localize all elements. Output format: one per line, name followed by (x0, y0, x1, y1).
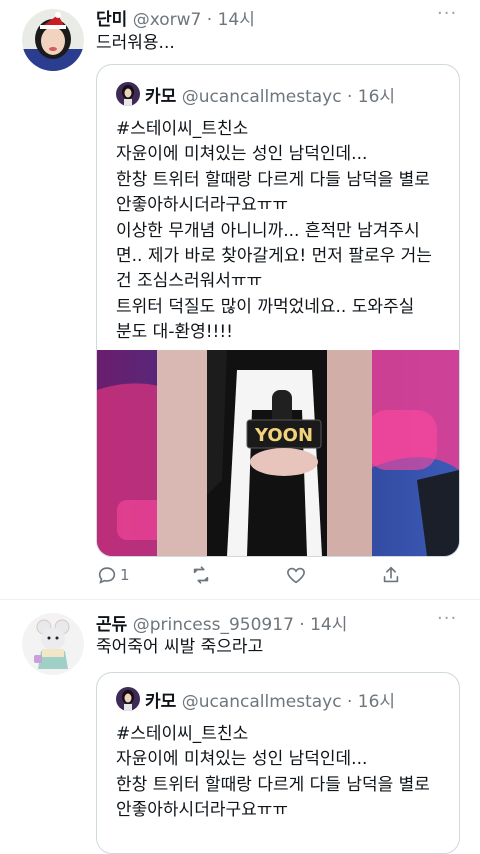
quoted-text: #스테이씨_트친소 자윤이에 미쳐있는 성인 남덕인데... 한창 트위터 할때… (116, 722, 456, 824)
more-options-button[interactable]: ··· (437, 3, 457, 24)
tweet-header: 곤듀 @princess_950917 · 14시 (96, 610, 347, 635)
quoted-display-name[interactable]: 카모 (145, 692, 176, 712)
heart-icon (287, 567, 305, 584)
avatar[interactable] (22, 9, 84, 71)
quoted-line: #스테이씨_트친소 (116, 119, 249, 139)
tweet-text: 드러워용... (96, 33, 175, 53)
quoted-timestamp: 16시 (357, 692, 396, 712)
reply-button[interactable]: 1 (96, 562, 130, 588)
quoted-tweet[interactable]: 카모 @ucancallmestayc · 16시 #스테이씨_트친소 자윤이에… (96, 672, 460, 854)
quoted-avatar (116, 82, 140, 106)
share-icon (383, 566, 399, 583)
user-handle[interactable]: @princess_950917 (133, 615, 294, 635)
separator-dot: · (206, 10, 213, 30)
tweet[interactable]: 단미 @xorw7 · 14시 ··· 드러워용... 카모 @ucancall… (0, 0, 480, 600)
display-name[interactable]: 단미 (96, 10, 127, 30)
reply-icon (98, 567, 116, 584)
like-button[interactable] (285, 562, 307, 588)
separator-dot: · (346, 692, 353, 712)
quoted-line: 한창 트위터 할때랑 다르게 다들 남덕을 별로 (116, 169, 430, 190)
quoted-timestamp: 16시 (357, 87, 396, 107)
timestamp[interactable]: 14시 (218, 10, 255, 30)
quoted-user-handle[interactable]: @ucancallmestayc (182, 692, 342, 712)
display-name[interactable]: 곤듀 (96, 615, 127, 635)
quoted-text: #스테이씨_트친소 자윤이에 미쳐있는 성인 남덕인데... 한창 트위터 할때… (116, 117, 456, 346)
avatar[interactable] (22, 613, 84, 675)
separator-dot: · (346, 87, 353, 107)
tweet[interactable]: 곤듀 @princess_950917 · 14시 ··· 죽어죽어 씨발 죽으… (0, 600, 480, 854)
quoted-line: 건 조심스러워서ㅠㅠ (116, 271, 263, 292)
quoted-header: 카모 @ucancallmestayc · 16시 (145, 82, 395, 107)
retweet-icon (193, 566, 209, 584)
timestamp[interactable]: 14시 (310, 615, 347, 635)
quoted-media-image[interactable]: YOON (97, 350, 459, 556)
quoted-user-handle[interactable]: @ucancallmestayc (182, 87, 342, 107)
quoted-line: 트위터 덕질도 많이 까먹었네요.. 도와주실 (116, 296, 415, 317)
quoted-line: 한창 트위터 할때랑 다르게 다들 남덕을 별로 (116, 774, 430, 795)
quoted-line: 안좋아하시더라구요ㅠㅠ (116, 800, 289, 821)
quoted-line: #스테이씨_트친소 (116, 724, 249, 744)
quoted-avatar (116, 687, 140, 711)
quoted-line: 자윤이에 미쳐있는 성인 남덕인데... (116, 144, 368, 165)
more-options-button[interactable]: ··· (437, 608, 457, 629)
tweet-actions: 1 (96, 562, 458, 588)
quoted-line: 자윤이에 미쳐있는 성인 남덕인데... (116, 749, 368, 770)
image-caption: YOON (254, 425, 313, 446)
user-handle[interactable]: @xorw7 (133, 10, 202, 30)
quoted-line: 이상한 무개념 아니니까... 흔적만 남겨주시 (116, 220, 420, 241)
quoted-tweet[interactable]: 카모 @ucancallmestayc · 16시 #스테이씨_트친소 자윤이에… (96, 64, 460, 557)
separator-dot: · (299, 615, 305, 635)
quoted-line: 분도 대-환영!!!! (116, 322, 233, 343)
tweet-header: 단미 @xorw7 · 14시 (96, 5, 255, 30)
quoted-header: 카모 @ucancallmestayc · 16시 (145, 687, 395, 712)
quoted-line: 면.. 제가 바로 찾아갈게요! 먼저 팔로우 거는 (116, 246, 432, 267)
tweet-text: 죽어죽어 씨발 죽으라고 (96, 637, 264, 657)
share-button[interactable] (380, 562, 402, 588)
quoted-display-name[interactable]: 카모 (145, 87, 176, 107)
retweet-button[interactable] (190, 562, 212, 588)
reply-count: 1 (120, 566, 130, 584)
quoted-line: 안좋아하시더라구요ㅠㅠ (116, 195, 289, 216)
